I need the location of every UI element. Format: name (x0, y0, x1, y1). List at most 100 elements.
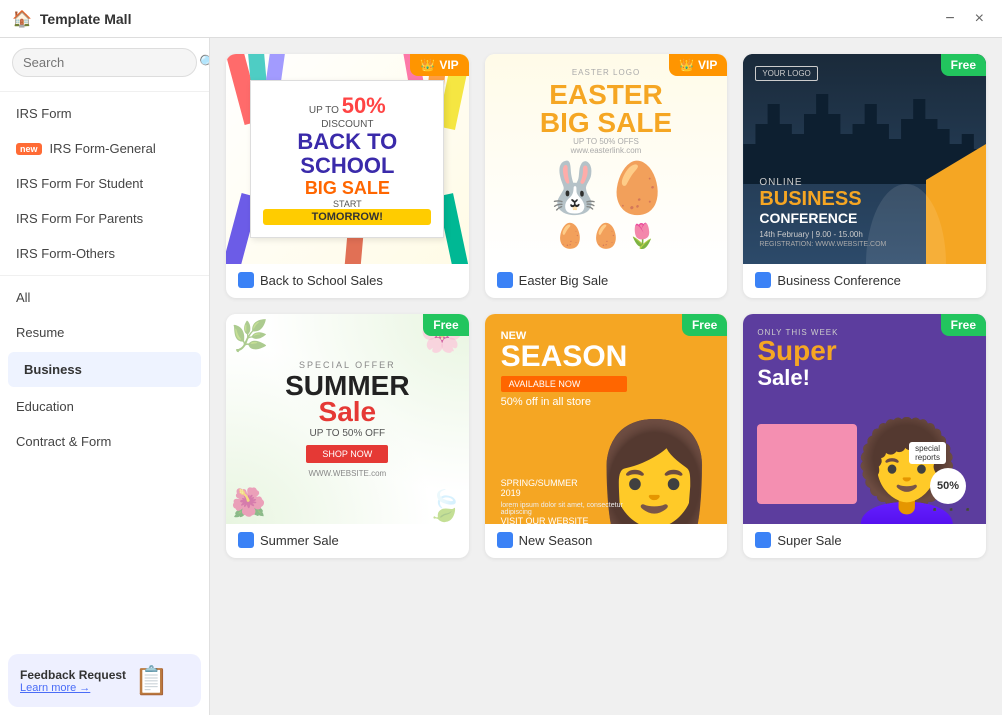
ns-available: AVAILABLE NOW (501, 376, 628, 392)
sidebar-item-education[interactable]: Education (0, 389, 209, 424)
feedback-icon: 📋 (134, 664, 169, 697)
card-badge-new-season: Free (682, 314, 727, 336)
new-badge: new (16, 143, 42, 155)
app-title: Template Mall (40, 11, 132, 27)
ss-super: Super (757, 337, 838, 365)
doc-icon-summer (238, 532, 254, 548)
feedback-box[interactable]: Feedback Request Learn more → 📋 (8, 654, 201, 707)
search-input[interactable] (23, 55, 199, 70)
card-badge-biz-conf: Free (941, 54, 986, 76)
sidebar-item-business[interactable]: Business (8, 352, 201, 387)
sidebar-divider-2 (0, 275, 209, 276)
card-image-easter: EASTER LOGO EASTERBIG SALE UP TO 50% OFF… (485, 54, 728, 264)
card-label-text-super-sale: Super Sale (777, 533, 841, 548)
ns-spring: SPRING/SUMMER2019 (501, 478, 628, 498)
crown-icon-easter: 👑 (679, 58, 694, 72)
card-image-new-season: 👩 NEW SEASON AVAILABLE NOW 50% off in al… (485, 314, 728, 524)
sidebar-item-all[interactable]: All (0, 280, 209, 315)
feedback-title: Feedback Request (20, 668, 126, 682)
window-controls: − × (939, 8, 990, 30)
summer-sale-text: Sale (319, 396, 377, 428)
doc-icon-super-sale (755, 532, 771, 548)
template-card-easter[interactable]: EASTER LOGO EASTERBIG SALE UP TO 50% OFF… (485, 54, 728, 298)
bts-discount: UP TO 50%DISCOUNT (263, 93, 431, 130)
biz-title: BUSINESS (759, 188, 886, 210)
card-image-super-sale: ONLY THIS WEEK Super Sale! 👩‍🦱 specialre… (743, 314, 986, 524)
card-image-biz-conf: YOUR LOGO ONLINE BUSINESS CONFERENCE 14t… (743, 54, 986, 264)
doc-icon-biz-conf (755, 272, 771, 288)
close-button[interactable]: × (969, 8, 990, 30)
card-label-bts: Back to School Sales (226, 264, 469, 298)
bts-note: UP TO 50%DISCOUNT BACK TOSCHOOL BIG SALE… (250, 80, 444, 238)
sidebar-label-all: All (16, 290, 30, 305)
sidebar-label-contract-form: Contract & Form (16, 434, 111, 449)
sidebar-item-irs-form-parents[interactable]: IRS Form For Parents (0, 201, 209, 236)
sidebar-label-education: Education (16, 399, 74, 414)
card-badge-bts: 👑 VIP (410, 54, 468, 76)
sidebar-label-irs-form-general: IRS Form-General (50, 141, 156, 156)
template-card-super-sale[interactable]: ONLY THIS WEEK Super Sale! 👩‍🦱 specialre… (743, 314, 986, 558)
summer-up: UP TO 50% OFF (310, 428, 386, 439)
bts-sale: BIG SALE (263, 178, 431, 199)
summer-www: WWW.WEBSITE.com (308, 469, 386, 478)
sidebar-item-irs-form-general[interactable]: new IRS Form-General (0, 131, 209, 166)
title-bar: 🏠 Template Mall − × (0, 0, 1002, 38)
bts-start: START (263, 199, 431, 209)
card-badge-super-sale: Free (941, 314, 986, 336)
doc-icon-bts (238, 272, 254, 288)
card-label-text-new-season: New Season (519, 533, 593, 548)
card-label-new-season: New Season (485, 524, 728, 558)
search-box[interactable]: 🔍 (12, 48, 197, 77)
template-card-biz-conf[interactable]: YOUR LOGO ONLINE BUSINESS CONFERENCE 14t… (743, 54, 986, 298)
sidebar-label-resume: Resume (16, 325, 64, 340)
easter-off: UP TO 50% OFFS (573, 137, 639, 146)
bts-tomorrow: TOMORROW! (263, 209, 431, 225)
sidebar-item-resume[interactable]: Resume (0, 315, 209, 350)
ss-percent: 50% (930, 468, 966, 504)
card-label-easter: Easter Big Sale (485, 264, 728, 298)
card-label-text-bts: Back to School Sales (260, 273, 383, 288)
summer-shop: SHOP NOW (306, 445, 388, 463)
card-image-summer: 🌿 🌸 🌺 🍃 SPECIAL OFFER SUMMER Sale UP TO … (226, 314, 469, 524)
summer-special: SPECIAL OFFER (299, 360, 396, 370)
sidebar-item-irs-form-others[interactable]: IRS Form-Others (0, 236, 209, 271)
sidebar-label-irs-form: IRS Form (16, 106, 72, 121)
sidebar-item-irs-form[interactable]: IRS Form (0, 96, 209, 131)
crown-icon: 👑 (420, 58, 435, 72)
card-label-text-biz-conf: Business Conference (777, 273, 901, 288)
app-body: 🔍 IRS Form new IRS Form-General IRS Form… (0, 38, 1002, 715)
biz-online: ONLINE (759, 177, 886, 188)
sidebar-item-contract-form[interactable]: Contract & Form (0, 424, 209, 459)
ss-special-tag: specialreports (909, 442, 946, 464)
template-card-new-season[interactable]: 👩 NEW SEASON AVAILABLE NOW 50% off in al… (485, 314, 728, 558)
ss-sale: Sale! (757, 365, 838, 391)
biz-text: ONLINE BUSINESS CONFERENCE 14th February… (759, 177, 886, 248)
sidebar-divider-1 (0, 91, 209, 92)
doc-icon-easter (497, 272, 513, 288)
card-label-text-summer: Summer Sale (260, 533, 339, 548)
card-label-biz-conf: Business Conference (743, 264, 986, 298)
ns-visit: VISIT OUR WEBSITE (501, 516, 628, 524)
biz-conference: CONFERENCE (759, 210, 886, 226)
card-label-super-sale: Super Sale (743, 524, 986, 558)
app-icon: 🏠 (12, 9, 32, 29)
sidebar: 🔍 IRS Form new IRS Form-General IRS Form… (0, 38, 210, 715)
card-image-back-to-school: UP TO 50%DISCOUNT BACK TOSCHOOL BIG SALE… (226, 54, 469, 264)
easter-title: EASTERBIG SALE (540, 81, 672, 137)
sidebar-label-business: Business (24, 362, 82, 377)
sidebar-item-irs-form-student[interactable]: IRS Form For Student (0, 166, 209, 201)
biz-date: 14th February | 9.00 - 15.00h (759, 230, 886, 239)
bts-main: BACK TOSCHOOL (263, 130, 431, 178)
card-badge-easter: 👑 VIP (669, 54, 727, 76)
easter-url: www.easterlink.com (571, 146, 642, 155)
biz-logo: YOUR LOGO (755, 66, 817, 81)
template-card-back-to-school[interactable]: UP TO 50%DISCOUNT BACK TOSCHOOL BIG SALE… (226, 54, 469, 298)
title-bar-left: 🏠 Template Mall (12, 9, 131, 29)
sidebar-label-irs-form-parents: IRS Form For Parents (16, 211, 143, 226)
main-content: UP TO 50%DISCOUNT BACK TOSCHOOL BIG SALE… (210, 38, 1002, 715)
feedback-link[interactable]: Learn more → (20, 682, 126, 694)
template-card-summer[interactable]: 🌿 🌸 🌺 🍃 SPECIAL OFFER SUMMER Sale UP TO … (226, 314, 469, 558)
card-badge-summer: Free (423, 314, 468, 336)
sidebar-label-irs-form-others: IRS Form-Others (16, 246, 115, 261)
minimize-button[interactable]: − (939, 8, 960, 30)
